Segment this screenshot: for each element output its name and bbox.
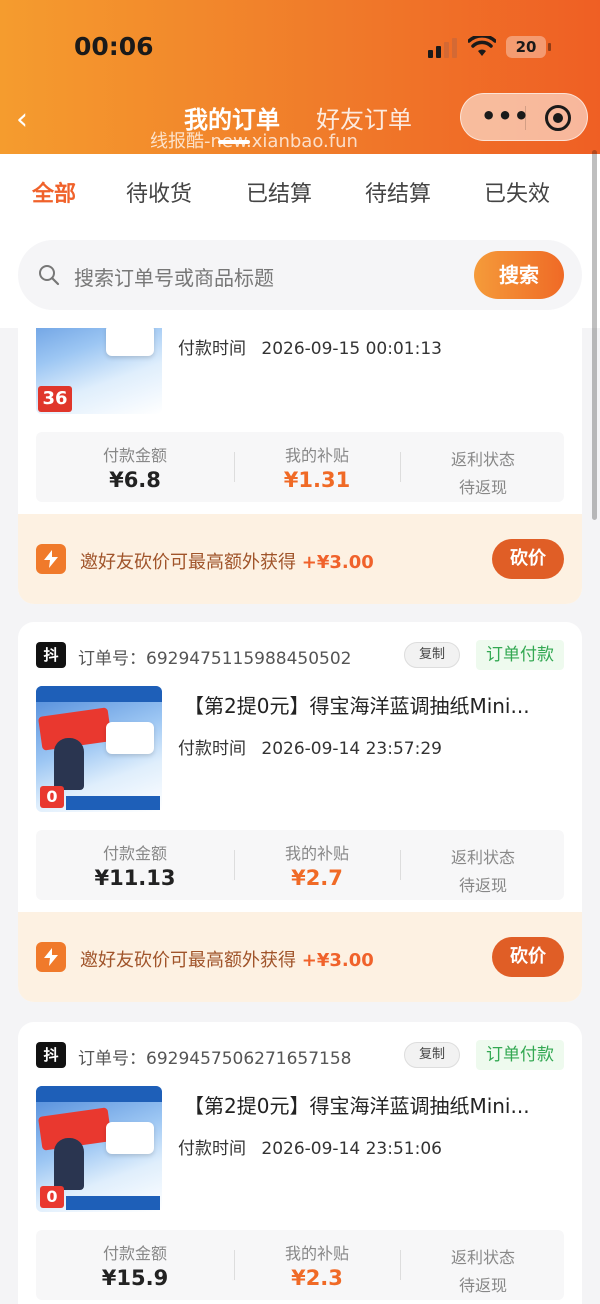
copy-button[interactable]: 复制: [404, 1042, 460, 1068]
order-number: 订单号：6929457506271657158: [78, 1049, 352, 1069]
thumbnail-badge: 0: [40, 786, 64, 808]
pay-amount-label: 付款金额: [102, 844, 167, 863]
product-image-detail: [106, 722, 154, 754]
battery-indicator: 20: [506, 36, 551, 58]
search-input[interactable]: 搜索订单号或商品标题: [74, 262, 274, 291]
pay-time-row: 付款时间 2026-09-14 23:57:29: [178, 734, 442, 759]
pay-time-row: 付款时间 2026-09-15 00:01:13: [178, 334, 442, 359]
platform-badge: 抖: [36, 642, 66, 668]
filter-tab-expired[interactable]: 已失效: [484, 176, 550, 208]
filter-bar: 全部 待收货 已结算 待结算 已失效 搜索订单号或商品标题 搜索: [0, 154, 600, 328]
model-figure: [54, 738, 84, 790]
order-card[interactable]: 抖 订单号：6929457506271657158 复制 订单付款 0 【第2提…: [18, 1022, 582, 1304]
scrollbar[interactable]: [592, 150, 597, 520]
back-chevron-icon[interactable]: ‹: [16, 105, 36, 135]
pay-time-label: 付款时间: [178, 339, 246, 359]
subsidy-stat: 我的补贴 ¥1.31: [234, 432, 400, 502]
rebate-status-stat: 返利状态 待返现: [400, 1230, 566, 1300]
capsule-divider: [525, 106, 526, 130]
search-button[interactable]: 搜索: [474, 251, 564, 299]
filter-tab-pending-receipt[interactable]: 待收货: [126, 176, 192, 208]
product-image-detail: [106, 324, 154, 356]
copy-button[interactable]: 复制: [404, 642, 460, 668]
product-title[interactable]: 【第2提0元】得宝海洋蓝调抽纸Mini...: [184, 690, 564, 719]
rebate-status-label: 返利状态: [450, 450, 515, 469]
pay-time-value: 2026-09-14 23:57:29: [261, 739, 442, 759]
promo-bar: [66, 796, 160, 810]
more-dots-icon[interactable]: •••: [481, 104, 530, 128]
lightning-icon: [36, 544, 66, 574]
rebate-status-value: 待返现: [458, 478, 507, 497]
filter-tab-all[interactable]: 全部: [32, 176, 76, 208]
rebate-status-label: 返利状态: [450, 1248, 515, 1267]
model-figure: [54, 1138, 84, 1190]
lightning-icon: [36, 942, 66, 972]
top-header: 00:06 20 ‹ 我的订单 好友订单 线报酷-new.xianbao.fun…: [0, 0, 600, 154]
order-header: 抖 订单号：6929475115988450502 复制 订单付款: [36, 640, 564, 670]
pay-time-value: 2026-09-15 00:01:13: [261, 339, 442, 359]
invite-text: 邀好友砍价可最高额外获得 +¥3.00: [80, 552, 374, 573]
subsidy-stat: 我的补贴 ¥2.7: [234, 830, 400, 900]
pay-amount-stat: 付款金额 ¥6.8: [52, 432, 218, 502]
rebate-status-stat: 返利状态 待返现: [400, 830, 566, 900]
search-bar: 搜索订单号或商品标题 搜索: [18, 240, 582, 310]
order-card[interactable]: 36 付款时间 2026-09-15 00:01:13 付款金额 ¥6.8 我的…: [18, 288, 582, 604]
cellular-signal-icon: [428, 38, 457, 58]
pay-time-row: 付款时间 2026-09-14 23:51:06: [178, 1134, 442, 1159]
rebate-status-value: 待返现: [458, 876, 507, 895]
product-image-detail: [106, 1122, 154, 1154]
watermark-text: 线报酷-new.xianbao.fun: [150, 131, 358, 152]
order-number: 订单号：6929475115988450502: [78, 649, 352, 669]
subsidy-stat: 我的补贴 ¥2.3: [234, 1230, 400, 1300]
order-status-badge: 订单付款: [476, 1040, 564, 1070]
rebate-status-value: 待返现: [458, 1276, 507, 1295]
rebate-status-label: 返利状态: [450, 848, 515, 867]
thumbnail-badge: 36: [38, 386, 72, 412]
order-stats: 付款金额 ¥6.8 我的补贴 ¥1.31 返利状态 待返现: [36, 432, 564, 502]
order-stats: 付款金额 ¥15.9 我的补贴 ¥2.3 返利状态 待返现: [36, 1230, 564, 1300]
invite-bargain-banner: 邀好友砍价可最高额外获得 +¥3.00 砍价: [18, 514, 582, 604]
invite-text: 邀好友砍价可最高额外获得 +¥3.00: [80, 950, 374, 971]
search-icon: [39, 265, 60, 286]
bargain-button[interactable]: 砍价: [492, 937, 564, 977]
order-status-badge: 订单付款: [476, 640, 564, 670]
pay-amount-value: ¥15.9: [101, 1266, 169, 1290]
order-stats: 付款金额 ¥11.13 我的补贴 ¥2.7 返利状态 待返现: [36, 830, 564, 900]
invite-bargain-banner: 邀好友砍价可最高额外获得 +¥3.00 砍价: [18, 912, 582, 1002]
pay-amount-value: ¥11.13: [94, 866, 176, 890]
pay-time-value: 2026-09-14 23:51:06: [261, 1139, 442, 1159]
filter-tab-pending-settlement[interactable]: 待结算: [365, 176, 431, 208]
product-title[interactable]: 【第2提0元】得宝海洋蓝调抽纸Mini...: [184, 1090, 564, 1119]
platform-badge: 抖: [36, 1042, 66, 1068]
product-thumbnail[interactable]: 0: [36, 1086, 162, 1212]
subsidy-label: 我的补贴: [284, 1244, 349, 1263]
status-time: 00:06: [74, 32, 154, 61]
pay-amount-label: 付款金额: [102, 1244, 167, 1263]
pay-amount-stat: 付款金额 ¥11.13: [52, 830, 218, 900]
promo-bar: [66, 1196, 160, 1210]
pay-amount-label: 付款金额: [102, 446, 167, 465]
pay-amount-value: ¥6.8: [109, 468, 161, 492]
subsidy-value: ¥2.7: [291, 866, 343, 890]
store-banner: [36, 1086, 162, 1102]
mini-program-capsule: •••: [460, 93, 588, 141]
order-card[interactable]: 抖 订单号：6929475115988450502 复制 订单付款 0 【第2提…: [18, 622, 582, 1002]
pay-time-label: 付款时间: [178, 1139, 246, 1159]
target-icon[interactable]: [545, 105, 571, 131]
subsidy-value: ¥2.3: [291, 1266, 343, 1290]
pay-time-label: 付款时间: [178, 739, 246, 759]
product-thumbnail[interactable]: 0: [36, 686, 162, 812]
pay-amount-stat: 付款金额 ¥15.9: [52, 1230, 218, 1300]
bargain-button[interactable]: 砍价: [492, 539, 564, 579]
store-banner: [36, 686, 162, 702]
filter-tab-settled[interactable]: 已结算: [246, 176, 312, 208]
thumbnail-badge: 0: [40, 1186, 64, 1208]
wifi-icon: [468, 36, 496, 56]
subsidy-label: 我的补贴: [284, 844, 349, 863]
subsidy-value: ¥1.31: [283, 468, 351, 492]
rebate-status-stat: 返利状态 待返现: [400, 432, 566, 502]
order-header: 抖 订单号：6929457506271657158 复制 订单付款: [36, 1040, 564, 1070]
subsidy-label: 我的补贴: [284, 446, 349, 465]
